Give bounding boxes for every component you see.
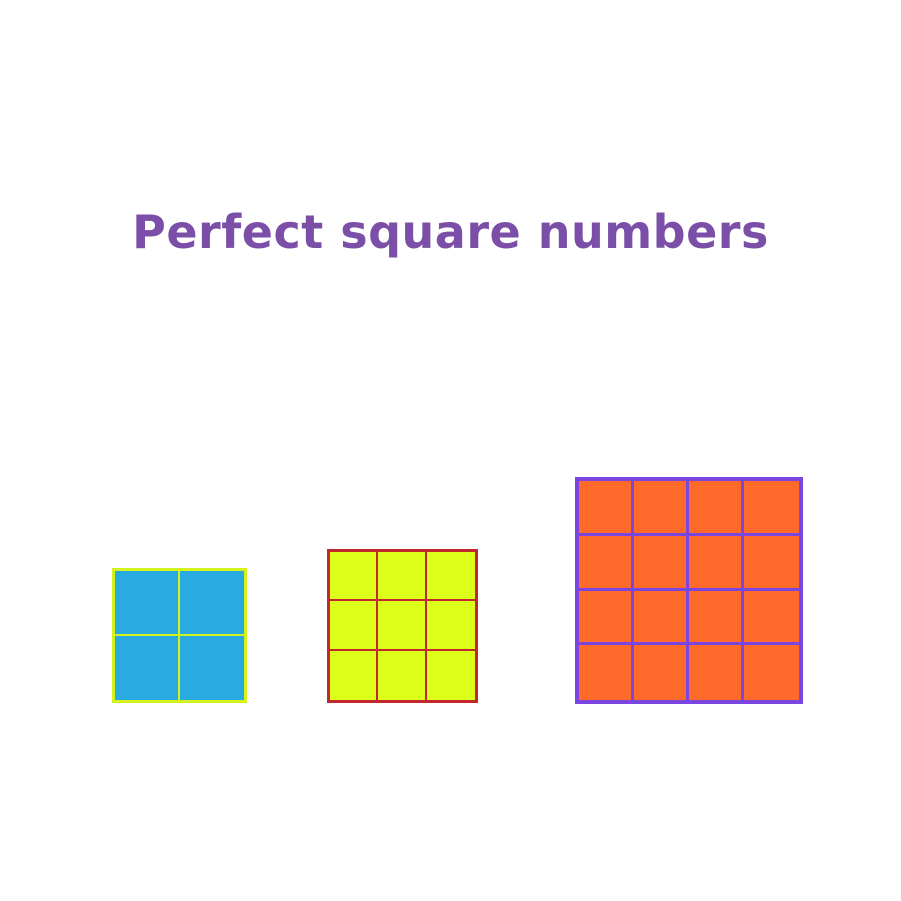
grid-cell <box>330 552 379 602</box>
square-2x2 <box>112 568 247 703</box>
grid-cell <box>378 650 427 700</box>
grid-cell <box>330 601 379 651</box>
grid-cell <box>744 645 799 700</box>
grid-cell <box>634 590 689 646</box>
grid-cell <box>378 601 427 651</box>
grid-cell <box>744 590 799 646</box>
grid-cell <box>634 481 689 536</box>
grid-cell <box>330 650 379 700</box>
square-3x3 <box>327 549 478 703</box>
grid-cell <box>579 590 634 646</box>
grid-cell <box>744 481 799 536</box>
square-4x4 <box>575 477 803 704</box>
grid-cell <box>426 552 475 602</box>
grid-cell <box>634 535 689 591</box>
page-title: Perfect square numbers <box>132 205 769 259</box>
grid-cell <box>689 590 744 646</box>
grid-cell <box>689 645 744 700</box>
grid-cell <box>426 601 475 651</box>
grid-cell <box>115 635 180 700</box>
grid-cell <box>179 571 244 636</box>
grid-cell <box>689 481 744 536</box>
grid-cell <box>579 481 634 536</box>
grid-cell <box>579 645 634 700</box>
grid-cell <box>426 650 475 700</box>
grid-cell <box>378 552 427 602</box>
grid-cell <box>634 645 689 700</box>
grid-cell <box>579 535 634 591</box>
grid-cell <box>744 535 799 591</box>
grid-cell <box>179 635 244 700</box>
grid-cell <box>689 535 744 591</box>
grid-cell <box>115 571 180 636</box>
